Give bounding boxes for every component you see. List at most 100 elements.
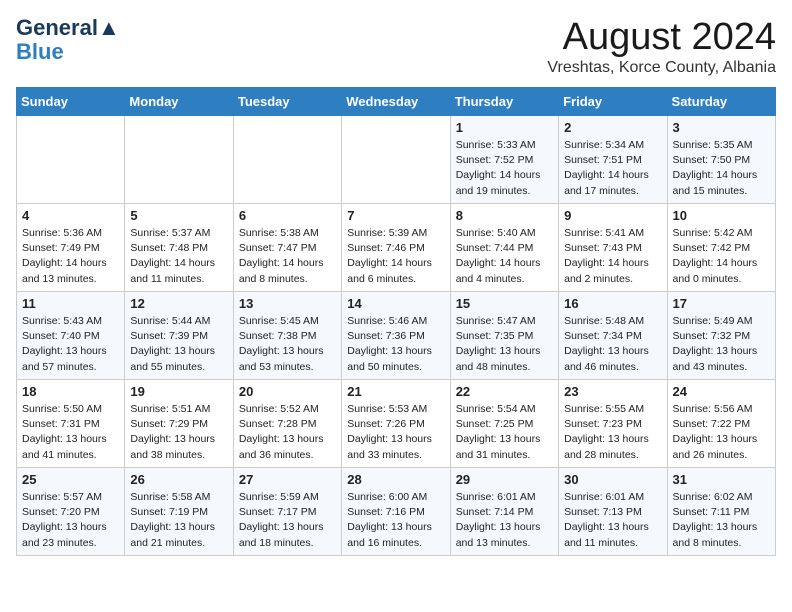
day-number: 14 (347, 296, 444, 311)
calendar-week-row: 18Sunrise: 5:50 AM Sunset: 7:31 PM Dayli… (17, 380, 776, 468)
day-info: Sunrise: 5:48 AM Sunset: 7:34 PM Dayligh… (564, 314, 661, 375)
calendar-cell: 2 Sunrise: 5:34 AM Sunset: 7:51 PM Daylig… (559, 116, 667, 204)
calendar-cell: 24 Sunrise: 5:56 AM Sunset: 7:22 PM Dayli… (667, 380, 775, 468)
calendar-cell: 25Sunrise: 5:57 AM Sunset: 7:20 PM Dayli… (17, 468, 125, 556)
month-year-title: August 2024 (547, 16, 776, 59)
day-number: 21 (347, 384, 444, 399)
title-block: August 2024 Vreshtas, Korce County, Alba… (547, 16, 776, 77)
calendar-table: SundayMondayTuesdayWednesdayThursdayFrid… (16, 87, 776, 556)
day-number: 27 (239, 472, 336, 487)
calendar-cell: 7 Sunrise: 5:39 AM Sunset: 7:46 PM Daylig… (342, 204, 450, 292)
calendar-cell: 9Sunrise: 5:41 AM Sunset: 7:43 PM Daylig… (559, 204, 667, 292)
day-number: 24 (673, 384, 770, 399)
calendar-cell: 23 Sunrise: 5:55 AM Sunset: 7:23 PM Dayli… (559, 380, 667, 468)
column-header-saturday: Saturday (667, 88, 775, 116)
calendar-cell: 4 Sunrise: 5:36 AM Sunset: 7:49 PM Daylig… (17, 204, 125, 292)
calendar-week-row: 4 Sunrise: 5:36 AM Sunset: 7:49 PM Daylig… (17, 204, 776, 292)
day-info: Sunrise: 5:35 AM Sunset: 7:50 PM Dayligh… (673, 138, 770, 199)
day-info: Sunrise: 5:56 AM Sunset: 7:22 PM Dayligh… (673, 402, 770, 463)
calendar-cell: 1Sunrise: 5:33 AM Sunset: 7:52 PM Daylig… (450, 116, 558, 204)
calendar-week-row: 25Sunrise: 5:57 AM Sunset: 7:20 PM Dayli… (17, 468, 776, 556)
column-header-wednesday: Wednesday (342, 88, 450, 116)
day-number: 10 (673, 208, 770, 223)
day-number: 7 (347, 208, 444, 223)
day-info: Sunrise: 5:44 AM Sunset: 7:39 PM Dayligh… (130, 314, 227, 375)
day-number: 26 (130, 472, 227, 487)
calendar-cell (17, 116, 125, 204)
day-info: Sunrise: 6:02 AM Sunset: 7:11 PM Dayligh… (673, 490, 770, 551)
calendar-cell: 12 Sunrise: 5:44 AM Sunset: 7:39 PM Dayli… (125, 292, 233, 380)
day-info: Sunrise: 6:00 AM Sunset: 7:16 PM Dayligh… (347, 490, 444, 551)
calendar-cell: 3Sunrise: 5:35 AM Sunset: 7:50 PM Daylig… (667, 116, 775, 204)
day-info: Sunrise: 5:49 AM Sunset: 7:32 PM Dayligh… (673, 314, 770, 375)
calendar-cell: 6 Sunrise: 5:38 AM Sunset: 7:47 PM Daylig… (233, 204, 341, 292)
day-number: 17 (673, 296, 770, 311)
calendar-cell: 30 Sunrise: 6:01 AM Sunset: 7:13 PM Dayli… (559, 468, 667, 556)
calendar-cell: 19 Sunrise: 5:51 AM Sunset: 7:29 PM Dayli… (125, 380, 233, 468)
day-number: 12 (130, 296, 227, 311)
day-info: Sunrise: 5:38 AM Sunset: 7:47 PM Dayligh… (239, 226, 336, 287)
calendar-cell (125, 116, 233, 204)
calendar-cell: 14 Sunrise: 5:46 AM Sunset: 7:36 PM Dayli… (342, 292, 450, 380)
day-number: 11 (22, 296, 119, 311)
day-info: Sunrise: 5:40 AM Sunset: 7:44 PM Dayligh… (456, 226, 553, 287)
day-info: Sunrise: 5:59 AM Sunset: 7:17 PM Dayligh… (239, 490, 336, 551)
day-info: Sunrise: 6:01 AM Sunset: 7:13 PM Dayligh… (564, 490, 661, 551)
day-info: Sunrise: 5:51 AM Sunset: 7:29 PM Dayligh… (130, 402, 227, 463)
day-info: Sunrise: 5:34 AM Sunset: 7:51 PM Dayligh… (564, 138, 661, 199)
day-info: Sunrise: 5:39 AM Sunset: 7:46 PM Dayligh… (347, 226, 444, 287)
calendar-cell: 20 Sunrise: 5:52 AM Sunset: 7:28 PM Dayli… (233, 380, 341, 468)
calendar-cell: 18Sunrise: 5:50 AM Sunset: 7:31 PM Dayli… (17, 380, 125, 468)
calendar-cell: 28 Sunrise: 6:00 AM Sunset: 7:16 PM Dayli… (342, 468, 450, 556)
column-header-friday: Friday (559, 88, 667, 116)
day-number: 13 (239, 296, 336, 311)
day-number: 4 (22, 208, 119, 223)
column-header-thursday: Thursday (450, 88, 558, 116)
day-info: Sunrise: 5:53 AM Sunset: 7:26 PM Dayligh… (347, 402, 444, 463)
day-info: Sunrise: 5:52 AM Sunset: 7:28 PM Dayligh… (239, 402, 336, 463)
day-info: Sunrise: 5:43 AM Sunset: 7:40 PM Dayligh… (22, 314, 119, 375)
day-number: 1 (456, 120, 553, 135)
day-number: 16 (564, 296, 661, 311)
calendar-cell: 10 Sunrise: 5:42 AM Sunset: 7:42 PM Dayli… (667, 204, 775, 292)
day-number: 19 (130, 384, 227, 399)
day-number: 20 (239, 384, 336, 399)
day-number: 25 (22, 472, 119, 487)
column-header-monday: Monday (125, 88, 233, 116)
column-header-sunday: Sunday (17, 88, 125, 116)
calendar-week-row: 11 Sunrise: 5:43 AM Sunset: 7:40 PM Dayli… (17, 292, 776, 380)
day-number: 29 (456, 472, 553, 487)
calendar-cell: 29Sunrise: 6:01 AM Sunset: 7:14 PM Dayli… (450, 468, 558, 556)
day-info: Sunrise: 5:46 AM Sunset: 7:36 PM Dayligh… (347, 314, 444, 375)
calendar-cell: 5Sunrise: 5:37 AM Sunset: 7:48 PM Daylig… (125, 204, 233, 292)
day-number: 8 (456, 208, 553, 223)
calendar-week-row: 1Sunrise: 5:33 AM Sunset: 7:52 PM Daylig… (17, 116, 776, 204)
day-info: Sunrise: 5:42 AM Sunset: 7:42 PM Dayligh… (673, 226, 770, 287)
day-info: Sunrise: 5:55 AM Sunset: 7:23 PM Dayligh… (564, 402, 661, 463)
calendar-cell: 21 Sunrise: 5:53 AM Sunset: 7:26 PM Dayli… (342, 380, 450, 468)
calendar-cell: 27 Sunrise: 5:59 AM Sunset: 7:17 PM Dayli… (233, 468, 341, 556)
page-header: General▲ Blue August 2024 Vreshtas, Korc… (16, 16, 776, 77)
calendar-cell: 8 Sunrise: 5:40 AM Sunset: 7:44 PM Daylig… (450, 204, 558, 292)
day-number: 15 (456, 296, 553, 311)
calendar-cell: 31 Sunrise: 6:02 AM Sunset: 7:11 PM Dayli… (667, 468, 775, 556)
day-info: Sunrise: 5:41 AM Sunset: 7:43 PM Dayligh… (564, 226, 661, 287)
day-number: 30 (564, 472, 661, 487)
day-number: 31 (673, 472, 770, 487)
day-info: Sunrise: 5:36 AM Sunset: 7:49 PM Dayligh… (22, 226, 119, 287)
calendar-cell: 11 Sunrise: 5:43 AM Sunset: 7:40 PM Dayli… (17, 292, 125, 380)
calendar-cell: 15Sunrise: 5:47 AM Sunset: 7:35 PM Dayli… (450, 292, 558, 380)
calendar-cell: 13 Sunrise: 5:45 AM Sunset: 7:38 PM Dayli… (233, 292, 341, 380)
day-info: Sunrise: 5:58 AM Sunset: 7:19 PM Dayligh… (130, 490, 227, 551)
day-number: 23 (564, 384, 661, 399)
day-number: 22 (456, 384, 553, 399)
day-number: 2 (564, 120, 661, 135)
calendar-cell (342, 116, 450, 204)
day-info: Sunrise: 5:45 AM Sunset: 7:38 PM Dayligh… (239, 314, 336, 375)
calendar-cell (233, 116, 341, 204)
day-number: 6 (239, 208, 336, 223)
day-number: 28 (347, 472, 444, 487)
calendar-cell: 22Sunrise: 5:54 AM Sunset: 7:25 PM Dayli… (450, 380, 558, 468)
column-header-tuesday: Tuesday (233, 88, 341, 116)
calendar-cell: 26 Sunrise: 5:58 AM Sunset: 7:19 PM Dayli… (125, 468, 233, 556)
